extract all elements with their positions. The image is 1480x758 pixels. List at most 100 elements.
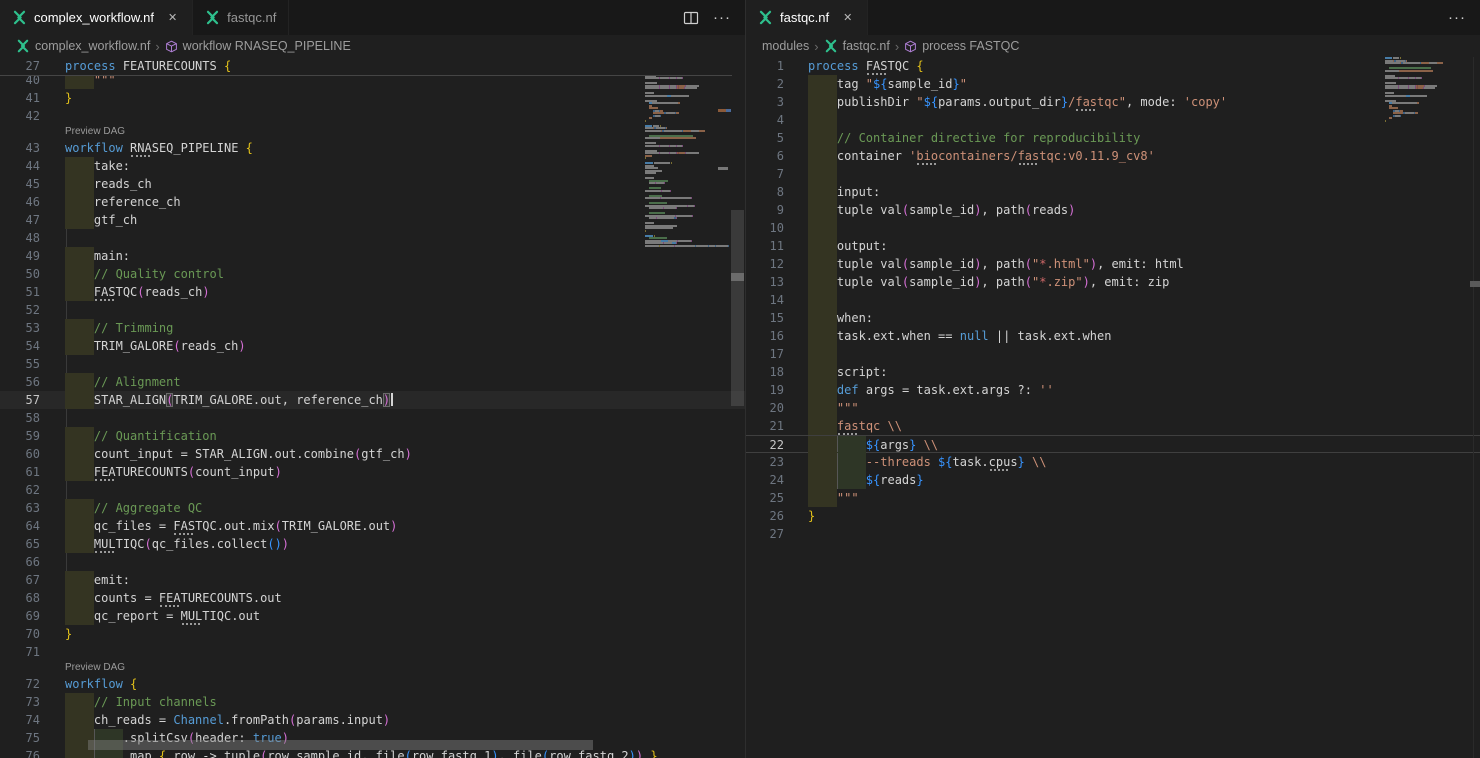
code-text: script:: [808, 363, 887, 381]
code-line-70[interactable]: 70}: [0, 625, 745, 643]
breadcrumb-item[interactable]: complex_workflow.nf: [16, 39, 150, 53]
code-line-1[interactable]: 1process FASTQC {: [746, 57, 1480, 75]
code-line-22[interactable]: 22 ${args} \\: [746, 435, 1480, 453]
code-line-45[interactable]: 45 reads_ch: [0, 175, 745, 193]
code-line-42[interactable]: 42: [0, 107, 745, 125]
editor-group-divider[interactable]: [745, 0, 746, 758]
code-line-47[interactable]: 47 gtf_ch: [0, 211, 745, 229]
code-text: qc_files = FASTQC.out.mix(TRIM_GALORE.ou…: [65, 517, 397, 535]
code-line-17[interactable]: 17: [746, 345, 1480, 363]
code-line-7[interactable]: 7: [746, 165, 1480, 183]
code-line-68[interactable]: 68 counts = FEATURECOUNTS.out: [0, 589, 745, 607]
line-number: 55: [0, 355, 40, 373]
breadcrumb-item[interactable]: fastqc.nf: [824, 39, 890, 53]
code-line-9[interactable]: 9 tuple val(sample_id), path(reads): [746, 201, 1480, 219]
breadcrumb-item[interactable]: workflow RNASEQ_PIPELINE: [165, 39, 351, 53]
line-number: 7: [746, 165, 784, 183]
close-icon[interactable]: ✕: [840, 10, 855, 25]
code-line-61[interactable]: 61 FEATURECOUNTS(count_input): [0, 463, 745, 481]
code-line-69[interactable]: 69 qc_report = MULTIQC.out: [0, 607, 745, 625]
code-line-13[interactable]: 13 tuple val(sample_id), path("*.zip"), …: [746, 273, 1480, 291]
code-line-19[interactable]: 19 def args = task.ext.args ?: '': [746, 381, 1480, 399]
more-actions-icon[interactable]: ···: [713, 13, 731, 23]
code-line-14[interactable]: 14: [746, 291, 1480, 309]
code-text: fastqc \\: [808, 417, 902, 435]
code-text: // Aggregate QC: [65, 499, 202, 517]
code-line-41[interactable]: 41}: [0, 89, 745, 107]
code-text: gtf_ch: [65, 211, 137, 229]
code-line-4[interactable]: 4: [746, 111, 1480, 129]
code-line-58[interactable]: 58: [0, 409, 745, 427]
code-line-72[interactable]: 72workflow {: [0, 675, 745, 693]
code-editor-right[interactable]: 1process FASTQC {2 tag "${sample_id}"3 p…: [746, 57, 1480, 758]
code-line-60[interactable]: 60 count_input = STAR_ALIGN.out.combine(…: [0, 445, 745, 463]
code-line-46[interactable]: 46 reference_ch: [0, 193, 745, 211]
code-line-6[interactable]: 6 container 'biocontainers/fastqc:v0.11.…: [746, 147, 1480, 165]
code-line-57[interactable]: 57 STAR_ALIGN(TRIM_GALORE.out, reference…: [0, 391, 745, 409]
code-line-16[interactable]: 16 task.ext.when == null || task.ext.whe…: [746, 327, 1480, 345]
code-line-65[interactable]: 65 MULTIQC(qc_files.collect()): [0, 535, 745, 553]
code-line-11[interactable]: 11 output:: [746, 237, 1480, 255]
code-line-43[interactable]: 43workflow RNASEQ_PIPELINE {: [0, 139, 745, 157]
code-line-71[interactable]: 71: [0, 643, 745, 661]
vertical-scrollbar[interactable]: [731, 210, 744, 406]
code-line-26[interactable]: 26}: [746, 507, 1480, 525]
code-line-52[interactable]: 52: [0, 301, 745, 319]
line-number: 69: [0, 607, 40, 625]
indent-guide: [66, 553, 67, 571]
code-line-3[interactable]: 3 publishDir "${params.output_dir}/fastq…: [746, 93, 1480, 111]
codelens-preview-dag[interactable]: Preview DAG: [65, 125, 125, 139]
code-line-15[interactable]: 15 when:: [746, 309, 1480, 327]
code-line-62[interactable]: 62: [0, 481, 745, 499]
minimap[interactable]: [645, 57, 731, 247]
code-line-10[interactable]: 10: [746, 219, 1480, 237]
close-icon[interactable]: ✕: [165, 10, 180, 25]
code-line-51[interactable]: 51 FASTQC(reads_ch): [0, 283, 745, 301]
more-actions-icon[interactable]: ···: [1448, 13, 1466, 23]
code-line-56[interactable]: 56 // Alignment: [0, 373, 745, 391]
horizontal-scrollbar[interactable]: [88, 740, 593, 750]
code-line-8[interactable]: 8 input:: [746, 183, 1480, 201]
code-text: }: [808, 507, 815, 525]
code-line-54[interactable]: 54 TRIM_GALORE(reads_ch): [0, 337, 745, 355]
code-line-48[interactable]: 48: [0, 229, 745, 247]
code-line-25[interactable]: 25 """: [746, 489, 1480, 507]
code-line-49[interactable]: 49 main:: [0, 247, 745, 265]
minimap[interactable]: [1385, 57, 1447, 125]
breadcrumb-item[interactable]: modules: [762, 39, 809, 53]
code-editor-left[interactable]: 40 """41}42Preview DAG43workflow RNASEQ_…: [0, 57, 745, 758]
code-line-20[interactable]: 20 """: [746, 399, 1480, 417]
codelens-preview-dag[interactable]: Preview DAG: [65, 661, 125, 675]
code-text: ${reads}: [808, 471, 924, 489]
code-line-5[interactable]: 5 // Container directive for reproducibi…: [746, 129, 1480, 147]
code-line-44[interactable]: 44 take:: [0, 157, 745, 175]
tab-complex_workflow.nf[interactable]: complex_workflow.nf✕: [0, 0, 193, 35]
tab-label: fastqc.nf: [780, 10, 829, 25]
code-line-27[interactable]: 27: [746, 525, 1480, 543]
code-line-55[interactable]: 55: [0, 355, 745, 373]
sticky-scroll-line[interactable]: 27process FEATURECOUNTS {: [0, 57, 732, 76]
breadcrumb-item[interactable]: process FASTQC: [904, 39, 1019, 53]
code-line-2[interactable]: 2 tag "${sample_id}": [746, 75, 1480, 93]
code-line-67[interactable]: 67 emit:: [0, 571, 745, 589]
vscode-editor-area: complex_workflow.nf✕fastqc.nf ··· comple…: [0, 0, 1480, 758]
code-text: STAR_ALIGN(TRIM_GALORE.out, reference_ch…: [65, 391, 393, 409]
code-line-53[interactable]: 53 // Trimming: [0, 319, 745, 337]
split-editor-icon[interactable]: [683, 10, 699, 26]
code-line-74[interactable]: 74 ch_reads = Channel.fromPath(params.in…: [0, 711, 745, 729]
line-number: 18: [746, 363, 784, 381]
code-line-24[interactable]: 24 ${reads}: [746, 471, 1480, 489]
code-line-63[interactable]: 63 // Aggregate QC: [0, 499, 745, 517]
code-line-64[interactable]: 64 qc_files = FASTQC.out.mix(TRIM_GALORE…: [0, 517, 745, 535]
code-line-50[interactable]: 50 // Quality control: [0, 265, 745, 283]
code-line-23[interactable]: 23 --threads ${task.cpus} \\: [746, 453, 1480, 471]
code-line-21[interactable]: 21 fastqc \\: [746, 417, 1480, 435]
tab-fastqc.nf[interactable]: fastqc.nf: [193, 0, 289, 35]
code-line-12[interactable]: 12 tuple val(sample_id), path("*.html"),…: [746, 255, 1480, 273]
tab-fastqc.nf[interactable]: fastqc.nf ✕: [746, 0, 868, 35]
code-line-66[interactable]: 66: [0, 553, 745, 571]
breadcrumb-label: workflow RNASEQ_PIPELINE: [183, 39, 351, 53]
code-line-18[interactable]: 18 script:: [746, 363, 1480, 381]
code-line-73[interactable]: 73 // Input channels: [0, 693, 745, 711]
code-line-59[interactable]: 59 // Quantification: [0, 427, 745, 445]
